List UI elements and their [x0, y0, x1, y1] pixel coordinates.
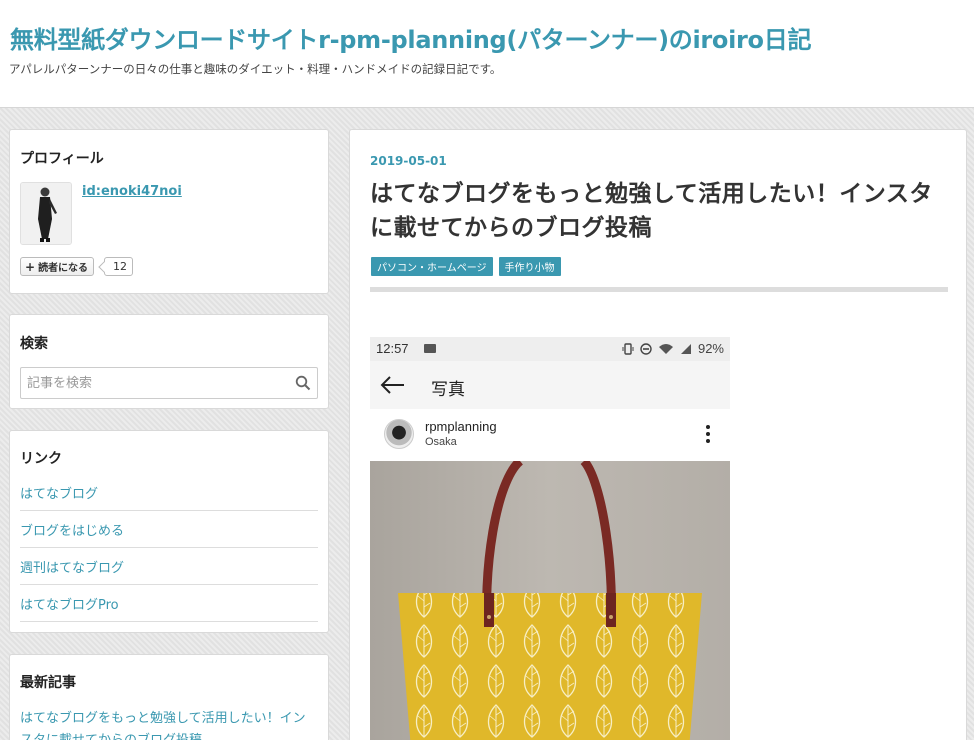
battery-percent: 92%	[697, 341, 724, 356]
avatar[interactable]	[20, 182, 72, 245]
blog-description: アパレルパターンナーの日々の仕事と趣味のダイエット・料理・ハンドメイドの記録日記…	[9, 62, 502, 76]
recent-entries-title: 最新記事	[20, 675, 76, 691]
search-input[interactable]	[21, 368, 291, 398]
links-list: はてなブログ ブログをはじめる 週刊はてなブログ はてなブログPro	[20, 474, 318, 622]
post-location: Osaka	[425, 436, 457, 448]
embedded-screenshot: 12:57 92% 写真 rpmplanning Osaka	[370, 337, 730, 740]
links-title: リンク	[20, 451, 62, 467]
phone-app-bar: 写真	[370, 361, 730, 409]
list-item: はてなブログ	[20, 474, 318, 511]
list-item: 週刊はてなブログ	[20, 548, 318, 585]
link-start-blog[interactable]: ブログをはじめる	[20, 520, 124, 539]
wifi-icon	[658, 343, 673, 354]
search-title: 検索	[20, 336, 48, 352]
article: 2019-05-01 はてなブログをもっと勉強して活用したい！インスタに載せてか…	[349, 129, 967, 740]
subscribe-button[interactable]: + 読者になる	[20, 257, 95, 276]
plus-icon: +	[25, 259, 36, 274]
post-username: rpmplanning	[425, 419, 497, 434]
list-item: ブログをはじめる	[20, 511, 318, 548]
phone-status-bar: 12:57 92%	[370, 337, 730, 361]
signal-icon	[680, 343, 691, 354]
list-item: はてなブログPro	[20, 585, 318, 622]
status-icons: 92%	[622, 341, 724, 356]
status-time: 12:57	[376, 341, 409, 356]
blog-header: 無料型紙ダウンロードサイトr-pm-planning(パターンナー)のiroir…	[0, 0, 974, 108]
recent-entry-link[interactable]: はてなブログをもっと勉強して活用したい！インスタに載せてからのブログ投稿	[20, 708, 318, 740]
entry-date[interactable]: 2019-05-01	[370, 154, 447, 168]
category-tag[interactable]: 手作り小物	[498, 257, 561, 276]
mail-icon	[424, 344, 436, 353]
link-hatena-pro[interactable]: はてなブログPro	[20, 594, 119, 613]
app-title: 写真	[431, 380, 465, 399]
blog-title-link[interactable]: 無料型紙ダウンロードサイトr-pm-planning(パターンナー)のiroir…	[10, 20, 811, 55]
title-divider	[370, 287, 948, 292]
category-tag[interactable]: パソコン・ホームページ	[371, 257, 493, 276]
profile-title: プロフィール	[20, 151, 104, 167]
links-module: リンク はてなブログ ブログをはじめる 週刊はてなブログ はてなブログPro	[9, 430, 329, 633]
dnd-icon	[640, 342, 652, 355]
post-avatar	[384, 419, 414, 449]
category-list: パソコン・ホームページ 手作り小物	[371, 257, 561, 276]
link-weekly-hatena[interactable]: 週刊はてなブログ	[20, 557, 124, 576]
subscribe-button-label: 読者になる	[38, 263, 89, 274]
bag-photo	[370, 461, 730, 740]
post-header: rpmplanning Osaka	[370, 409, 730, 461]
search-box	[20, 367, 318, 399]
search-module: 検索	[9, 314, 329, 409]
vibrate-icon	[622, 342, 634, 355]
profile-module: プロフィール id:enoki47noi + 読者になる 12	[9, 129, 329, 294]
search-icon[interactable]	[295, 375, 311, 391]
profile-user-id-link[interactable]: id:enoki47noi	[82, 184, 182, 199]
link-hatena-blog[interactable]: はてなブログ	[20, 483, 98, 502]
recent-entries-module: 最新記事 はてなブログをもっと勉強して活用したい！インスタに載せてからのブログ投…	[9, 654, 329, 740]
more-icon	[706, 425, 710, 443]
subscriber-count: 12	[104, 257, 133, 276]
entry-title[interactable]: はてなブログをもっと勉強して活用したい！インスタに載せてからのブログ投稿	[370, 177, 955, 245]
back-arrow-icon[interactable]	[380, 375, 406, 395]
